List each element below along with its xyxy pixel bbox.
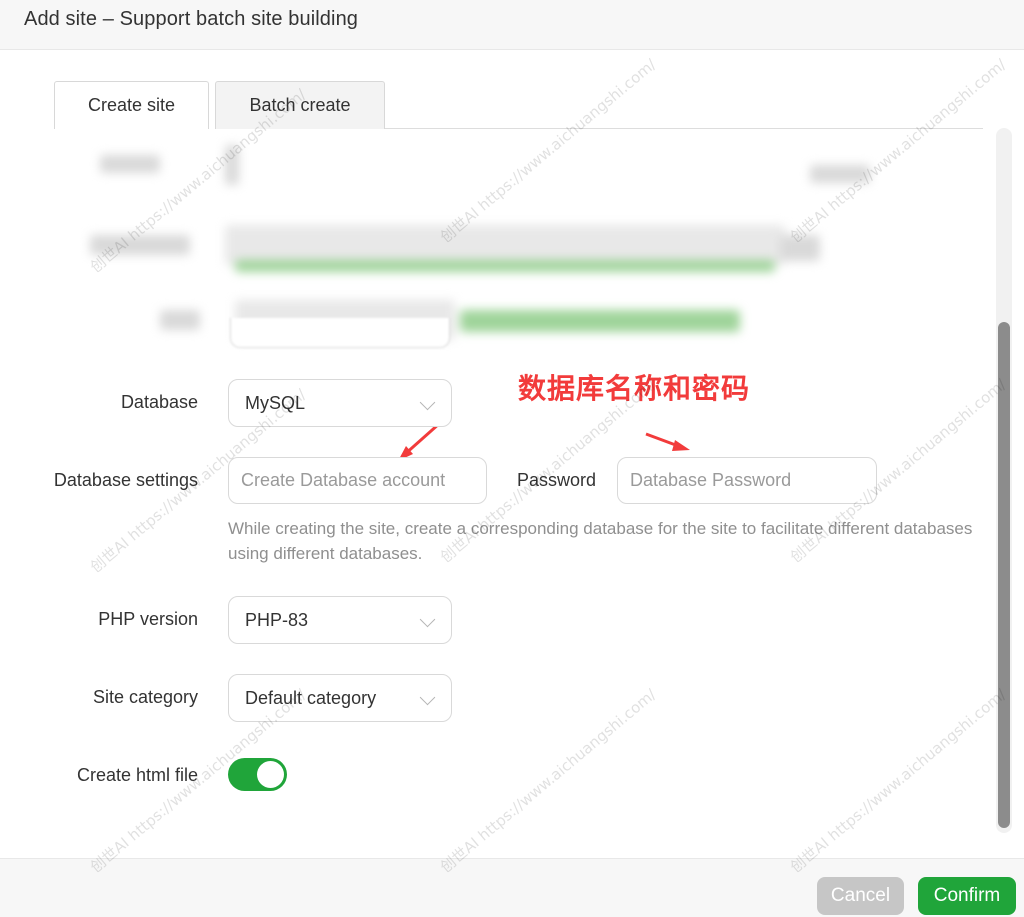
create-html-toggle[interactable] bbox=[228, 758, 287, 791]
chevron-down-icon bbox=[419, 689, 436, 706]
dialog-title: Add site – Support batch site building bbox=[24, 8, 359, 30]
database-settings-help: While creating the site, create a corres… bbox=[228, 519, 973, 563]
database-account-input[interactable] bbox=[228, 457, 487, 504]
arrow-icon bbox=[645, 432, 690, 451]
watermark: 创世AI https://www.aichuangshi.com/ bbox=[436, 685, 660, 877]
create-html-label: Create html file bbox=[76, 765, 198, 785]
redacted-region bbox=[60, 115, 940, 355]
site-category-label: Site category bbox=[92, 687, 198, 707]
database-select[interactable]: MySQL bbox=[228, 379, 452, 427]
php-version-label: PHP version bbox=[98, 609, 198, 629]
dialog-titlebar: Add site – Support batch site building bbox=[0, 0, 1024, 50]
database-select-value: MySQL bbox=[245, 392, 306, 413]
confirm-button[interactable]: Confirm bbox=[918, 877, 1016, 915]
redacted-select bbox=[230, 318, 450, 348]
password-label: Password bbox=[517, 470, 597, 490]
scrollbar-thumb[interactable] bbox=[998, 322, 1010, 828]
chevron-down-icon bbox=[419, 394, 436, 411]
php-version-value: PHP-83 bbox=[245, 609, 309, 630]
database-password-input[interactable] bbox=[617, 457, 877, 504]
site-category-select[interactable]: Default category bbox=[228, 674, 452, 722]
toggle-knob bbox=[257, 761, 284, 788]
chevron-down-icon bbox=[419, 611, 436, 628]
cancel-button[interactable]: Cancel bbox=[817, 877, 904, 915]
site-category-value: Default category bbox=[245, 687, 377, 708]
arrow-icon bbox=[398, 421, 441, 461]
annotation-text: 数据库名称和密码 bbox=[518, 372, 751, 405]
database-label: Database bbox=[120, 392, 198, 412]
php-version-select[interactable]: PHP-83 bbox=[228, 596, 452, 644]
watermark: 创世AI https://www.aichuangshi.com/ bbox=[786, 685, 1010, 877]
database-settings-label: Database settings bbox=[53, 470, 198, 490]
